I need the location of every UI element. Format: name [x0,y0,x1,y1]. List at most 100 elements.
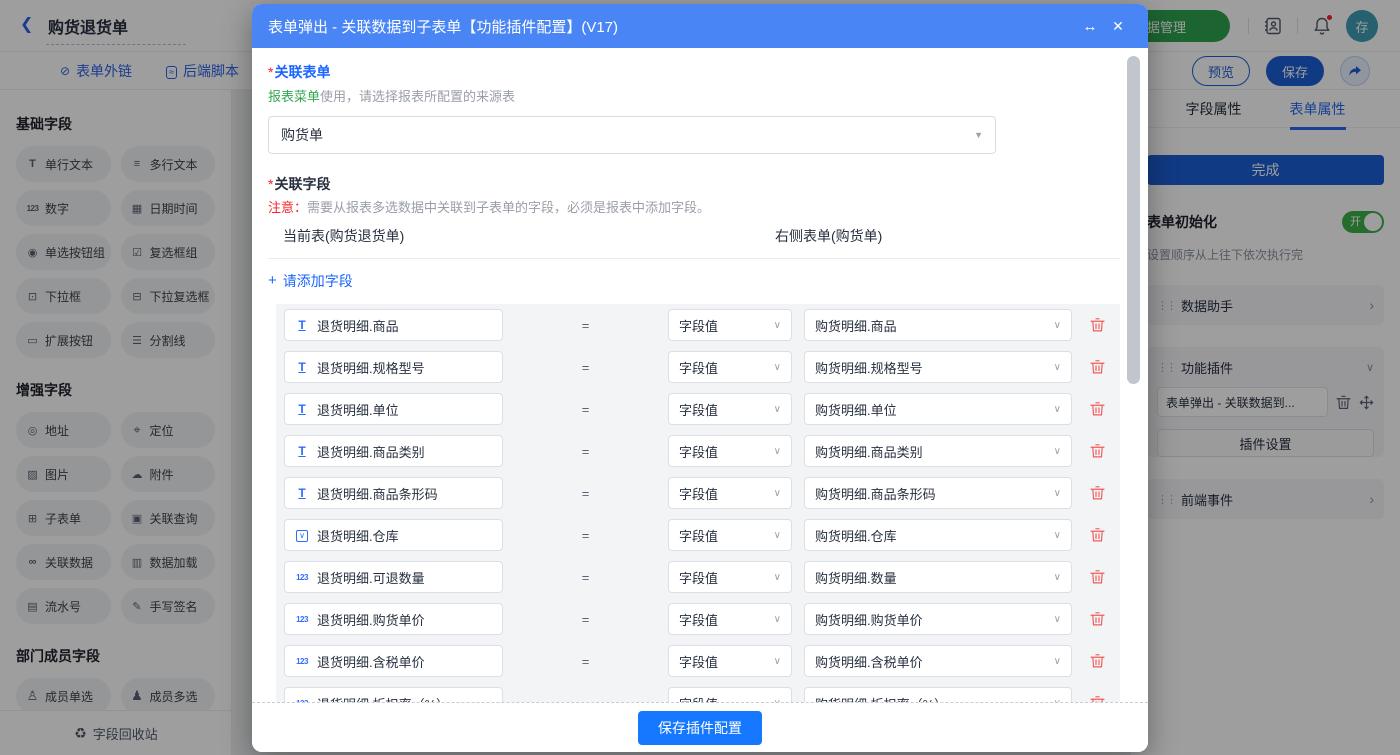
chevron-down-icon [774,530,781,541]
equals-sign: = [581,527,590,543]
value-type-select[interactable]: 字段值 [668,519,792,551]
save-plugin-config-button[interactable]: 保存插件配置 [638,710,762,745]
text-field-icon [294,360,310,374]
delete-row-icon[interactable] [1088,484,1106,502]
select-field-icon [294,529,310,541]
chevron-down-icon [774,404,781,415]
source-field-label: 购货明细.商品条形码 [815,486,936,502]
source-field-select[interactable]: 购货明细.含税单价 [804,645,1072,677]
text-field-icon [294,402,310,416]
left-field-box[interactable]: 退货明细.单位 [284,393,503,425]
resize-icon[interactable] [1076,18,1104,35]
value-type-label: 字段值 [679,360,719,376]
equals-sign: = [581,443,590,459]
plus-icon [268,270,277,291]
number-field-icon [294,655,310,667]
left-field-box[interactable]: 退货明细.商品类别 [284,435,503,467]
delete-row-icon[interactable] [1088,652,1106,670]
left-field-label: 退货明细.含税单价 [317,654,425,670]
source-field-select[interactable]: 购货明细.购货单价 [804,603,1072,635]
left-field-label: 退货明细.单位 [317,402,399,418]
left-field-label: 退货明细.可退数量 [317,570,425,586]
equals-sign: = [581,653,590,669]
delete-row-icon[interactable] [1088,400,1106,418]
chevron-down-icon [1054,656,1061,667]
mapping-row: 退货明细.单位 = 字段值 购货明细.单位 [284,388,1106,430]
left-field-box[interactable]: 退货明细.含税单价 [284,645,503,677]
chevron-down-icon [1054,446,1061,457]
source-field-select[interactable]: 购货明细.商品条形码 [804,477,1072,509]
link-form-label-text: 关联表单 [274,64,331,80]
mapping-row: 退货明细.商品条形码 = 字段值 购货明细.商品条形码 [284,472,1106,514]
note-text: 需要从报表多选数据中关联到子表单的字段，必须是报表中添加字段。 [307,200,711,215]
plugin-config-modal: 表单弹出 - 关联数据到子表单【功能插件配置】(V17) *关联表单 报表菜单使… [252,4,1148,752]
source-field-label: 购货明细.数量 [815,570,897,586]
value-type-label: 字段值 [679,444,719,460]
left-field-box[interactable]: 退货明细.商品 [284,309,503,341]
text-field-icon [294,444,310,458]
value-type-label: 字段值 [679,402,719,418]
left-field-box[interactable]: 退货明细.可退数量 [284,561,503,593]
value-type-select[interactable]: 字段值 [668,561,792,593]
source-field-select[interactable]: 购货明细.仓库 [804,519,1072,551]
close-icon[interactable] [1104,18,1132,35]
value-type-label: 字段值 [679,528,719,544]
add-field-link[interactable]: 请添加字段 [268,270,353,291]
caret-down-icon [974,130,983,140]
hint-highlight: 报表菜单 [268,89,321,104]
modal-title: 表单弹出 - 关联数据到子表单【功能插件配置】(V17) [268,18,619,36]
equals-sign: = [581,485,590,501]
source-field-label: 购货明细.单位 [815,402,897,418]
left-field-box[interactable]: 退货明细.规格型号 [284,351,503,383]
delete-row-icon[interactable] [1088,316,1106,334]
link-fields-label-text: 关联字段 [274,176,331,192]
value-type-select[interactable]: 字段值 [668,603,792,635]
value-type-select[interactable]: 字段值 [668,435,792,467]
chevron-down-icon [1054,404,1061,415]
value-type-select[interactable]: 字段值 [668,351,792,383]
left-field-label: 退货明细.商品类别 [317,444,425,460]
source-field-select[interactable]: 购货明细.商品类别 [804,435,1072,467]
required-asterisk: * [268,64,274,80]
source-field-select[interactable]: 购货明细.规格型号 [804,351,1072,383]
delete-row-icon[interactable] [1088,568,1106,586]
source-field-select[interactable]: 购货明细.单位 [804,393,1072,425]
value-type-select[interactable]: 字段值 [668,393,792,425]
value-type-label: 字段值 [679,654,719,670]
delete-row-icon[interactable] [1088,526,1106,544]
source-field-label: 购货明细.商品 [815,318,897,334]
number-field-icon [294,613,310,625]
left-field-label: 退货明细.规格型号 [317,360,425,376]
modal-scrollbar-thumb[interactable] [1127,56,1140,384]
value-type-select[interactable]: 字段值 [668,309,792,341]
delete-row-icon[interactable] [1088,358,1106,376]
chevron-down-icon [1054,530,1061,541]
delete-row-icon[interactable] [1088,610,1106,628]
value-type-select[interactable]: 字段值 [668,645,792,677]
source-form-value: 购货单 [281,127,323,143]
left-field-box[interactable]: 退货明细.仓库 [284,519,503,551]
mapping-row: 退货明细.商品类别 = 字段值 购货明细.商品类别 [284,430,1106,472]
source-field-select[interactable]: 购货明细.数量 [804,561,1072,593]
mapping-row: 退货明细.仓库 = 字段值 购货明细.仓库 [284,514,1106,556]
value-type-label: 字段值 [679,486,719,502]
left-field-box[interactable]: 退货明细.购货单价 [284,603,503,635]
chevron-down-icon [774,488,781,499]
mapping-row: 退货明细.可退数量 = 字段值 购货明细.数量 [284,556,1106,598]
equals-sign: = [581,317,590,333]
delete-row-icon[interactable] [1088,442,1106,460]
mapping-rows: 退货明细.商品 = 字段值 购货明细.商品 退货明细.规格型号 = 字段值 购货… [276,304,1120,752]
equals-sign: = [581,401,590,417]
equals-sign: = [581,611,590,627]
left-field-box[interactable]: 退货明细.商品条形码 [284,477,503,509]
required-asterisk: * [268,176,274,192]
left-field-label: 退货明细.商品 [317,318,399,334]
value-type-select[interactable]: 字段值 [668,477,792,509]
mapping-row: 退货明细.商品 = 字段值 购货明细.商品 [284,304,1106,346]
chevron-down-icon [774,614,781,625]
value-type-label: 字段值 [679,318,719,334]
source-form-select[interactable]: 购货单 [268,116,996,154]
text-field-icon [294,318,310,332]
equals-sign: = [581,569,590,585]
source-field-select[interactable]: 购货明细.商品 [804,309,1072,341]
